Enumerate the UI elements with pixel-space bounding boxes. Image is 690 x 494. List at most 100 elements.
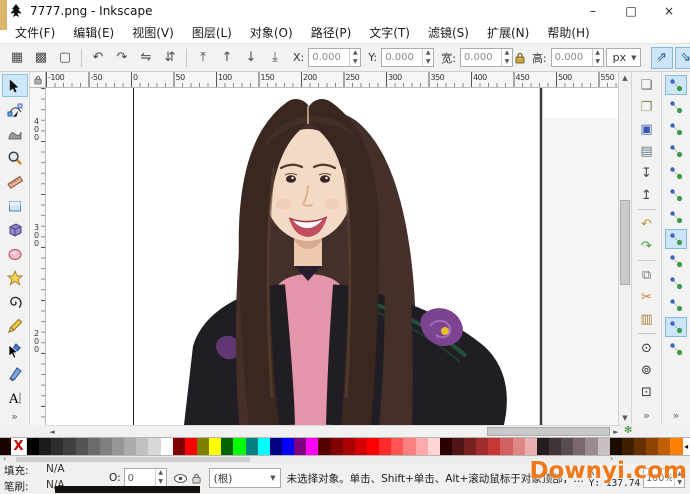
palette-swatch[interactable] (245, 438, 258, 455)
palette-swatch[interactable] (366, 438, 380, 455)
box3d-tool[interactable] (2, 218, 28, 241)
lock-ratio-icon[interactable] (515, 50, 525, 66)
calligraphy-tool[interactable] (2, 362, 28, 385)
palette-swatch[interactable] (87, 438, 100, 455)
menu-item-8[interactable]: 扩展(N) (478, 22, 538, 43)
rectangle-tool[interactable] (2, 194, 28, 217)
palette-swatch[interactable] (524, 438, 537, 455)
palette-none-swatch[interactable]: X (11, 438, 27, 455)
y-field[interactable]: ▲▼ (381, 48, 435, 67)
y-input[interactable] (382, 49, 423, 66)
snap-bbox-midpoints-button[interactable] (665, 163, 687, 183)
palette-swatch[interactable] (209, 438, 222, 455)
open-document-button[interactable]: ❐ (635, 97, 659, 117)
snap-indicator-icon[interactable]: ✻ (624, 425, 632, 436)
zoom-to-page-button[interactable]: ⊡ (635, 382, 659, 402)
canvas-vertical-scrollbar[interactable]: ▲ ▼ (618, 72, 631, 425)
scroll-down-icon[interactable]: ▼ (619, 412, 631, 425)
palette-swatch[interactable] (536, 438, 550, 455)
palette-swatch[interactable] (281, 438, 295, 455)
palette-swatch[interactable] (75, 438, 88, 455)
canvas[interactable] (46, 88, 618, 425)
select-all-button[interactable]: ▦ (6, 47, 28, 69)
snap-paths-button[interactable] (665, 229, 687, 249)
palette-swatch[interactable] (415, 438, 428, 455)
width-spinner[interactable]: ▲ ▼ (500, 49, 512, 66)
palette-swatch[interactable] (646, 438, 659, 455)
palette-swatch[interactable] (148, 438, 161, 455)
snap-bbox-centers-button[interactable] (665, 185, 687, 205)
snap-bbox-corners-button[interactable] (665, 141, 687, 161)
export-image-button[interactable]: ↥ (635, 185, 659, 205)
maximize-button[interactable]: □ (612, 0, 650, 22)
canvas-horizontal-scrollbar[interactable]: ◄ ► (46, 425, 622, 437)
palette-swatch[interactable] (294, 438, 307, 455)
palette-swatch[interactable] (427, 438, 440, 455)
snap-others-button[interactable] (665, 339, 687, 359)
palette-swatch[interactable] (609, 438, 622, 455)
palette-swatch[interactable] (257, 438, 270, 455)
raise-button[interactable]: ↑ (216, 47, 238, 69)
palette-swatch[interactable] (488, 438, 501, 455)
x-field[interactable]: ▲▼ (308, 48, 362, 67)
zoom-to-selection-button[interactable]: ⊙ (635, 338, 659, 358)
opacity-field[interactable]: ▲▼ (123, 468, 167, 488)
palette-swatch[interactable] (597, 438, 610, 455)
palette-swatch[interactable] (269, 438, 282, 455)
snap-smooth-nodes-button[interactable] (665, 295, 687, 315)
palette-swatch[interactable] (196, 438, 210, 455)
save-document-button[interactable]: ▣ (635, 119, 659, 139)
menu-item-9[interactable]: 帮助(H) (538, 22, 598, 43)
menu-item-5[interactable]: 路径(P) (302, 22, 361, 43)
y-spinner[interactable]: ▲ ▼ (422, 49, 433, 66)
menu-item-0[interactable]: 文件(F) (6, 22, 64, 43)
snap-bounding-box-button[interactable] (665, 97, 687, 117)
palette-more-icon[interactable]: ◂ (682, 438, 690, 455)
palette-swatch[interactable] (221, 438, 234, 455)
vertical-scroll-thumb[interactable] (620, 200, 630, 285)
new-document-button[interactable]: ❏ (635, 75, 659, 95)
palette-swatch[interactable] (512, 438, 525, 455)
node-tool[interactable] (2, 98, 28, 121)
x-spinner[interactable]: ▲ ▼ (349, 49, 360, 66)
snap-nodes-button[interactable] (665, 207, 687, 227)
palette-swatch[interactable] (99, 438, 112, 455)
layer-lock-icon[interactable] (189, 470, 205, 486)
palette-swatch[interactable] (306, 438, 319, 455)
palette-swatch[interactable] (318, 438, 331, 455)
palette-swatch[interactable] (658, 438, 671, 455)
snap-cusp-nodes-button[interactable] (665, 273, 687, 293)
palette-swatch[interactable] (621, 438, 635, 455)
x-input[interactable] (309, 49, 350, 66)
palette-swatch[interactable] (136, 438, 149, 455)
measure-tool[interactable] (2, 170, 28, 193)
palette-swatch[interactable] (184, 438, 197, 455)
palette-swatch[interactable] (51, 438, 64, 455)
palette-swatch[interactable] (476, 438, 489, 455)
snap-path-intersections-button[interactable] (665, 251, 687, 271)
palette-swatch[interactable] (634, 438, 647, 455)
menu-item-3[interactable]: 图层(L) (183, 22, 241, 43)
minimize-button[interactable]: – (574, 0, 612, 22)
palette-swatch[interactable] (464, 438, 477, 455)
toolbox-overflow[interactable]: » (11, 410, 18, 423)
palette-swatch[interactable] (573, 438, 586, 455)
snap-line-midpoints-button[interactable] (665, 317, 687, 337)
height-spinner[interactable]: ▲ ▼ (591, 49, 603, 66)
menu-item-6[interactable]: 文字(T) (360, 22, 419, 43)
zoom-to-drawing-button[interactable]: ⊚ (635, 360, 659, 380)
palette-swatch[interactable] (379, 438, 392, 455)
flip-horizontal-button[interactable]: ⇋ (135, 47, 157, 69)
palette-swatch[interactable] (342, 438, 355, 455)
palette-swatch[interactable] (172, 438, 185, 455)
opacity-input[interactable] (124, 469, 155, 487)
palette-swatch[interactable] (451, 438, 465, 455)
select-all-layers-button[interactable]: ▩ (30, 47, 52, 69)
snap-bbox-edges-button[interactable] (665, 119, 687, 139)
palette-swatch[interactable] (670, 438, 683, 455)
rotate-ccw-button[interactable]: ↶ (87, 47, 109, 69)
enable-snapping-button[interactable] (665, 75, 687, 95)
width-input[interactable] (460, 49, 501, 66)
scale-corners-toggle[interactable]: ⇘ (674, 46, 690, 69)
palette-swatch[interactable] (403, 438, 416, 455)
